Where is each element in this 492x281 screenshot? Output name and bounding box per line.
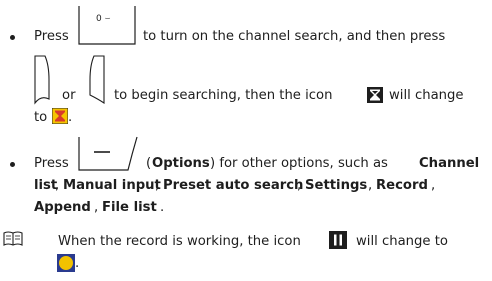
bullet2-list: list	[34, 178, 58, 193]
bullet2-comma2: ,	[155, 178, 160, 193]
record-circle-icon	[57, 254, 75, 272]
bullet1-will-change: will change	[389, 88, 464, 103]
bullet2-settings: Settings	[305, 178, 368, 193]
bullet-dot-1	[10, 35, 15, 40]
bullet2-file-list: File list	[102, 200, 157, 215]
left-soft-key-icon	[78, 136, 138, 172]
bullet2-comma1: ,	[55, 178, 60, 193]
note-period: .	[75, 256, 80, 271]
note-will-change-to: will change to	[356, 234, 448, 249]
bullet1-press: Press	[34, 29, 69, 44]
bullet2-comma6: ,	[94, 200, 99, 215]
hourglass-search-icon	[367, 87, 383, 103]
hourglass-search-active-icon	[52, 108, 68, 124]
svg-text:0 ⌣: 0 ⌣	[96, 14, 111, 24]
zero-key-icon: 0 ⌣	[78, 5, 136, 45]
book-note-icon	[3, 231, 23, 247]
bullet1-turn-on-text: to turn on the channel search, and then …	[143, 29, 446, 44]
bullet2-channel: Channel	[419, 156, 480, 171]
bullet1-period: .	[68, 110, 73, 125]
bullet2-options-close: ) for other options, such as	[210, 156, 388, 171]
bullet2-options: Options	[152, 156, 210, 171]
bullet2-comma4: ,	[368, 178, 373, 193]
bullet2-manual-input: Manual input	[63, 178, 161, 193]
bullet2-comma5: ,	[431, 178, 436, 193]
bullet2-press: Press	[34, 156, 69, 171]
bullet1-or: or	[62, 88, 76, 103]
bullet2-period: .	[160, 200, 165, 215]
bullet2-comma3: ,	[297, 178, 302, 193]
bullet2-preset-auto-search: Preset auto search	[163, 178, 304, 193]
pause-icon	[329, 231, 347, 249]
bullet2-record: Record	[376, 178, 428, 193]
down-side-key-icon	[80, 55, 110, 105]
bullet-dot-2	[10, 162, 15, 167]
bullet1-begin-text: to begin searching, then the icon	[114, 88, 333, 103]
bullet2-append: Append	[34, 200, 91, 215]
up-side-key-icon	[33, 55, 63, 105]
bullet2-options-open: (	[146, 156, 152, 171]
bullet1-to: to	[34, 110, 48, 125]
note-text-line1: When the record is working, the icon	[58, 234, 301, 249]
